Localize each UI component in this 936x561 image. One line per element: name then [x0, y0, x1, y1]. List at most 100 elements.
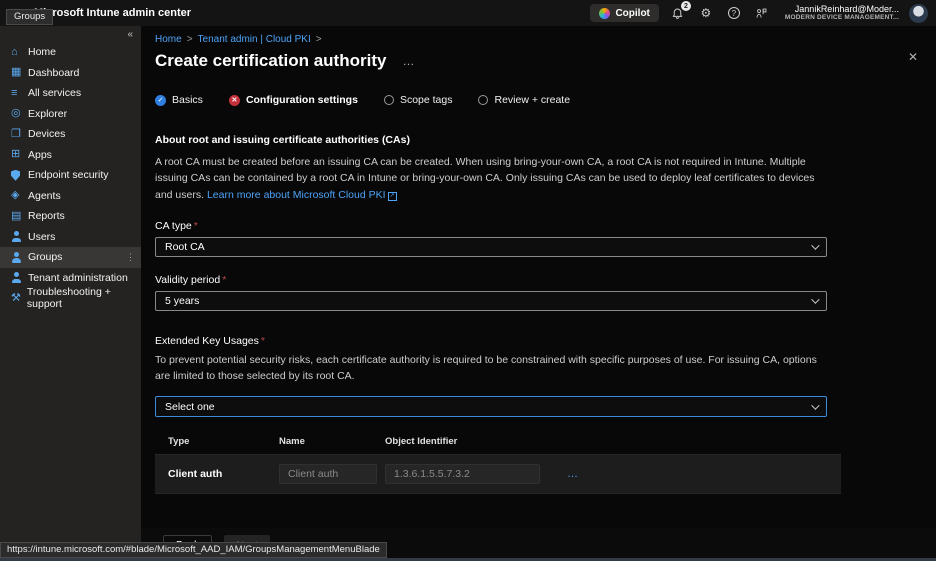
sidebar-item-agents[interactable]: ◈ Agents	[0, 186, 141, 207]
eku-table-header: Type Name Object Identifier	[155, 429, 841, 454]
ca-type-label: CA type*	[155, 220, 936, 232]
home-icon: ⌂	[11, 47, 28, 58]
sidebar-item-label: Users	[28, 231, 55, 243]
tab-label: Review + create	[494, 94, 570, 106]
top-bar: Microsoft Intune admin center Copilot 2 …	[0, 0, 936, 26]
sidebar-item-label: Apps	[28, 149, 52, 161]
breadcrumb-separator: >	[187, 34, 193, 45]
copilot-icon	[599, 8, 610, 19]
sidebar-item-label: Devices	[28, 128, 65, 140]
gear-icon: ⚙	[701, 6, 712, 20]
eku-table: Type Name Object Identifier Client auth …	[155, 429, 841, 494]
sidebar-item-devices[interactable]: ❐ Devices	[0, 124, 141, 145]
sidebar-item-label: Explorer	[28, 108, 67, 120]
sidebar-item-label: Home	[28, 46, 56, 58]
feedback-icon	[755, 7, 768, 20]
eku-label: Extended Key Usages*	[155, 335, 936, 347]
more-options-icon[interactable]: …	[402, 54, 414, 68]
groups-tab-tooltip: Groups	[6, 9, 53, 25]
groups-context-menu-icon[interactable]: ⋮	[126, 252, 135, 263]
feedback-button[interactable]	[753, 4, 771, 22]
sidebar: « ⌂ Home ▦ Dashboard ≡ All services ◎ Ex…	[0, 26, 141, 561]
sidebar-item-users[interactable]: Users	[0, 227, 141, 248]
eku-dropdown[interactable]: Select one	[155, 396, 827, 417]
tab-review-create[interactable]: Review + create	[478, 94, 570, 106]
sidebar-item-label: Groups	[28, 251, 62, 263]
tab-label: Basics	[172, 94, 203, 106]
avatar[interactable]	[909, 4, 928, 23]
validity-period-dropdown[interactable]: 5 years	[155, 291, 827, 311]
copilot-label: Copilot	[615, 8, 649, 19]
learn-more-link[interactable]: Learn more about Microsoft Cloud PKI	[207, 189, 386, 201]
sidebar-collapse-button[interactable]: «	[0, 26, 141, 42]
tab-label: Configuration settings	[246, 94, 358, 106]
chevron-down-icon	[811, 401, 819, 409]
tenant-administration-icon	[11, 272, 28, 283]
sidebar-item-label: All services	[28, 87, 81, 99]
close-icon[interactable]: ✕	[908, 50, 918, 64]
sidebar-item-dashboard[interactable]: ▦ Dashboard	[0, 63, 141, 84]
sidebar-item-endpoint-security[interactable]: Endpoint security	[0, 165, 141, 186]
about-section-heading: About root and issuing certificate autho…	[155, 134, 936, 146]
required-marker: *	[222, 274, 226, 286]
sidebar-item-all-services[interactable]: ≡ All services	[0, 83, 141, 104]
tab-scope-tags[interactable]: Scope tags	[384, 94, 453, 106]
breadcrumb-home[interactable]: Home	[155, 34, 182, 45]
sidebar-item-explorer[interactable]: ◎ Explorer	[0, 104, 141, 125]
all-services-icon: ≡	[11, 88, 28, 99]
chevron-down-icon	[811, 295, 819, 303]
tab-basics[interactable]: ✓ Basics	[155, 94, 203, 106]
external-link-icon: ↗	[388, 192, 397, 201]
notifications-button[interactable]: 2	[669, 4, 687, 22]
eku-oid-field[interactable]: 1.3.6.1.5.5.7.3.2	[385, 464, 540, 484]
intune-admin-window: Microsoft Intune admin center Copilot 2 …	[0, 0, 936, 561]
app-title[interactable]: Microsoft Intune admin center	[34, 7, 191, 19]
reports-icon: ▤	[11, 211, 28, 222]
topbar-actions: Copilot 2 ⚙ ?	[590, 4, 936, 23]
breadcrumb-cloud-pki[interactable]: Tenant admin | Cloud PKI	[198, 34, 311, 45]
sidebar-item-home[interactable]: ⌂ Home	[0, 42, 141, 63]
sidebar-item-groups[interactable]: Groups ⋮	[0, 247, 141, 268]
copilot-button[interactable]: Copilot	[590, 4, 658, 22]
endpoint-security-icon	[11, 170, 28, 181]
help-button[interactable]: ?	[725, 4, 743, 22]
wizard-tabs: ✓ Basics ✕ Configuration settings Scope …	[155, 94, 936, 106]
groups-icon	[11, 252, 28, 263]
eku-name-field[interactable]: Client auth	[279, 464, 377, 484]
eku-value: Select one	[165, 401, 215, 413]
sidebar-item-label: Troubleshooting + support	[27, 286, 141, 310]
tab-error-icon: ✕	[229, 95, 240, 106]
sidebar-item-reports[interactable]: ▤ Reports	[0, 206, 141, 227]
sidebar-item-label: Reports	[28, 210, 65, 222]
tab-incomplete-icon	[478, 95, 488, 105]
required-marker: *	[261, 335, 265, 347]
sidebar-item-label: Tenant administration	[28, 272, 128, 284]
settings-button[interactable]: ⚙	[697, 4, 715, 22]
ca-type-value: Root CA	[165, 241, 205, 253]
tab-complete-icon: ✓	[155, 95, 166, 106]
column-type: Type	[168, 436, 279, 447]
users-icon	[11, 231, 28, 242]
chevron-down-icon	[811, 241, 819, 249]
sidebar-item-apps[interactable]: ⊞ Apps	[0, 145, 141, 166]
ca-type-dropdown[interactable]: Root CA	[155, 237, 827, 257]
validity-period-label: Validity period*	[155, 274, 936, 286]
column-object-identifier: Object Identifier	[385, 436, 557, 447]
sidebar-item-label: Endpoint security	[28, 169, 109, 181]
account-info[interactable]: JannikReinhard@Moder... MODERN DEVICE MA…	[785, 4, 899, 22]
tab-configuration-settings[interactable]: ✕ Configuration settings	[229, 94, 358, 106]
sidebar-item-tenant-administration[interactable]: Tenant administration	[0, 268, 141, 289]
row-actions-icon[interactable]: …	[567, 468, 841, 480]
notification-badge: 2	[681, 1, 691, 11]
agents-icon: ◈	[11, 190, 28, 201]
dashboard-icon: ▦	[11, 67, 28, 78]
sidebar-item-troubleshooting[interactable]: ⚒ Troubleshooting + support	[0, 288, 141, 309]
account-name: JannikReinhard@Moder...	[785, 4, 899, 14]
apps-icon: ⊞	[11, 149, 28, 160]
breadcrumb: Home > Tenant admin | Cloud PKI >	[155, 34, 936, 45]
help-icon: ?	[728, 7, 740, 19]
breadcrumb-separator: >	[316, 34, 322, 45]
eku-row-type: Client auth	[168, 468, 279, 480]
sidebar-item-label: Agents	[28, 190, 61, 202]
main-content: ✕ Home > Tenant admin | Cloud PKI > Crea…	[141, 26, 936, 561]
